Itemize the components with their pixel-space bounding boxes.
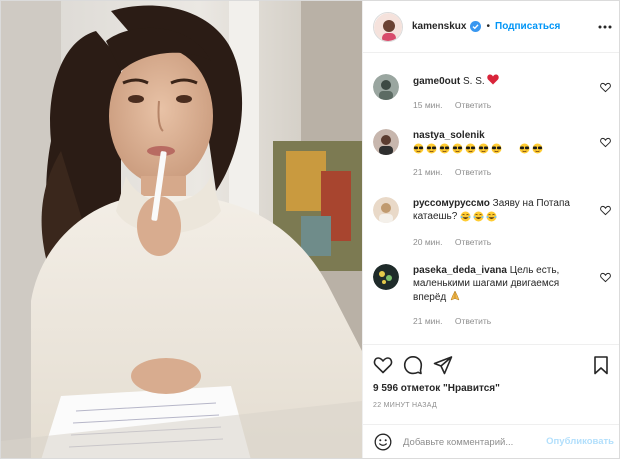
reply-button[interactable]: Ответить bbox=[455, 237, 491, 247]
comment-time: 20 мин. bbox=[413, 237, 443, 247]
commenter-avatar[interactable] bbox=[373, 197, 399, 223]
heart-emoji bbox=[487, 74, 500, 89]
post-side-panel: kamenskux • Подписаться game0out S. S. 1… bbox=[362, 1, 619, 458]
comment-body: paseka_deda_ivana Цель есть, маленькими … bbox=[413, 264, 588, 305]
follow-button[interactable]: Подписаться bbox=[495, 21, 560, 32]
comment-body: руссомуруссмо Заяву на Потапа катаешь? bbox=[413, 197, 588, 223]
post-photo[interactable] bbox=[1, 1, 362, 458]
comment-body: game0out S. S. bbox=[413, 74, 588, 89]
commenter-avatar[interactable] bbox=[373, 264, 399, 290]
post-actions: 9 596 отметок "Нравится" 22 МИНУТ НАЗАД bbox=[363, 344, 619, 432]
more-options-icon[interactable] bbox=[598, 20, 612, 34]
post-time: 22 МИНУТ НАЗАД bbox=[373, 402, 438, 409]
author-avatar[interactable] bbox=[373, 11, 403, 42]
like-comment-icon[interactable] bbox=[600, 272, 611, 283]
comment-input[interactable] bbox=[403, 433, 551, 451]
post-header: kamenskux • Подписаться bbox=[363, 1, 619, 53]
comment-meta: 15 мин. Ответить bbox=[413, 100, 491, 110]
like-comment-icon[interactable] bbox=[600, 205, 611, 216]
comment-text: S. S. bbox=[463, 76, 485, 88]
comment-username[interactable]: руссомуруссмо bbox=[413, 198, 490, 209]
comment-username[interactable]: nastya_solenik bbox=[413, 130, 485, 141]
reply-button[interactable]: Ответить bbox=[455, 167, 491, 177]
emoji-icon[interactable] bbox=[374, 433, 392, 451]
separator-dot: • bbox=[486, 21, 490, 32]
sunglasses-emoji bbox=[413, 142, 502, 154]
heart-icon[interactable] bbox=[373, 355, 393, 375]
share-icon[interactable] bbox=[433, 355, 453, 375]
likes-count[interactable]: 9 596 отметок "Нравится" bbox=[373, 383, 500, 394]
reply-button[interactable]: Ответить bbox=[455, 100, 491, 110]
reply-button[interactable]: Ответить bbox=[455, 316, 491, 326]
like-comment-icon[interactable] bbox=[600, 82, 611, 93]
post-image bbox=[1, 1, 362, 458]
comment-body: nastya_solenik bbox=[413, 129, 588, 155]
commenter-avatar[interactable] bbox=[373, 74, 399, 100]
comment-username[interactable]: game0out bbox=[413, 76, 460, 87]
comment-meta: 21 мин. Ответить bbox=[413, 167, 491, 177]
author-username[interactable]: kamenskux bbox=[412, 21, 466, 32]
sunglasses-emoji-row bbox=[413, 142, 516, 154]
comment-time: 15 мин. bbox=[413, 100, 443, 110]
verified-icon bbox=[470, 21, 482, 32]
add-comment-bar: Опубликовать bbox=[363, 424, 619, 458]
comment-meta: 20 мин. Ответить bbox=[413, 237, 491, 247]
like-comment-icon[interactable] bbox=[600, 137, 611, 148]
sunglasses-emoji-row-2 bbox=[518, 142, 547, 154]
comments-list[interactable]: game0out S. S. 15 мин. Ответить nastya_s… bbox=[363, 54, 619, 344]
laughing-emoji-row bbox=[460, 210, 500, 222]
comment-meta: 21 мин. Ответить bbox=[413, 316, 491, 326]
praying-hands-emoji bbox=[449, 290, 461, 305]
instagram-post: kamenskux • Подписаться game0out S. S. 1… bbox=[0, 0, 620, 459]
publish-button[interactable]: Опубликовать bbox=[546, 436, 614, 447]
comment-time: 21 мин. bbox=[413, 167, 443, 177]
comment-time: 21 мин. bbox=[413, 316, 443, 326]
bookmark-icon[interactable] bbox=[591, 355, 611, 375]
commenter-avatar[interactable] bbox=[373, 129, 399, 155]
comment-icon[interactable] bbox=[403, 355, 423, 375]
comment-username[interactable]: paseka_deda_ivana bbox=[413, 265, 507, 276]
laughing-emoji bbox=[460, 210, 498, 222]
sunglasses-emoji bbox=[518, 142, 543, 154]
